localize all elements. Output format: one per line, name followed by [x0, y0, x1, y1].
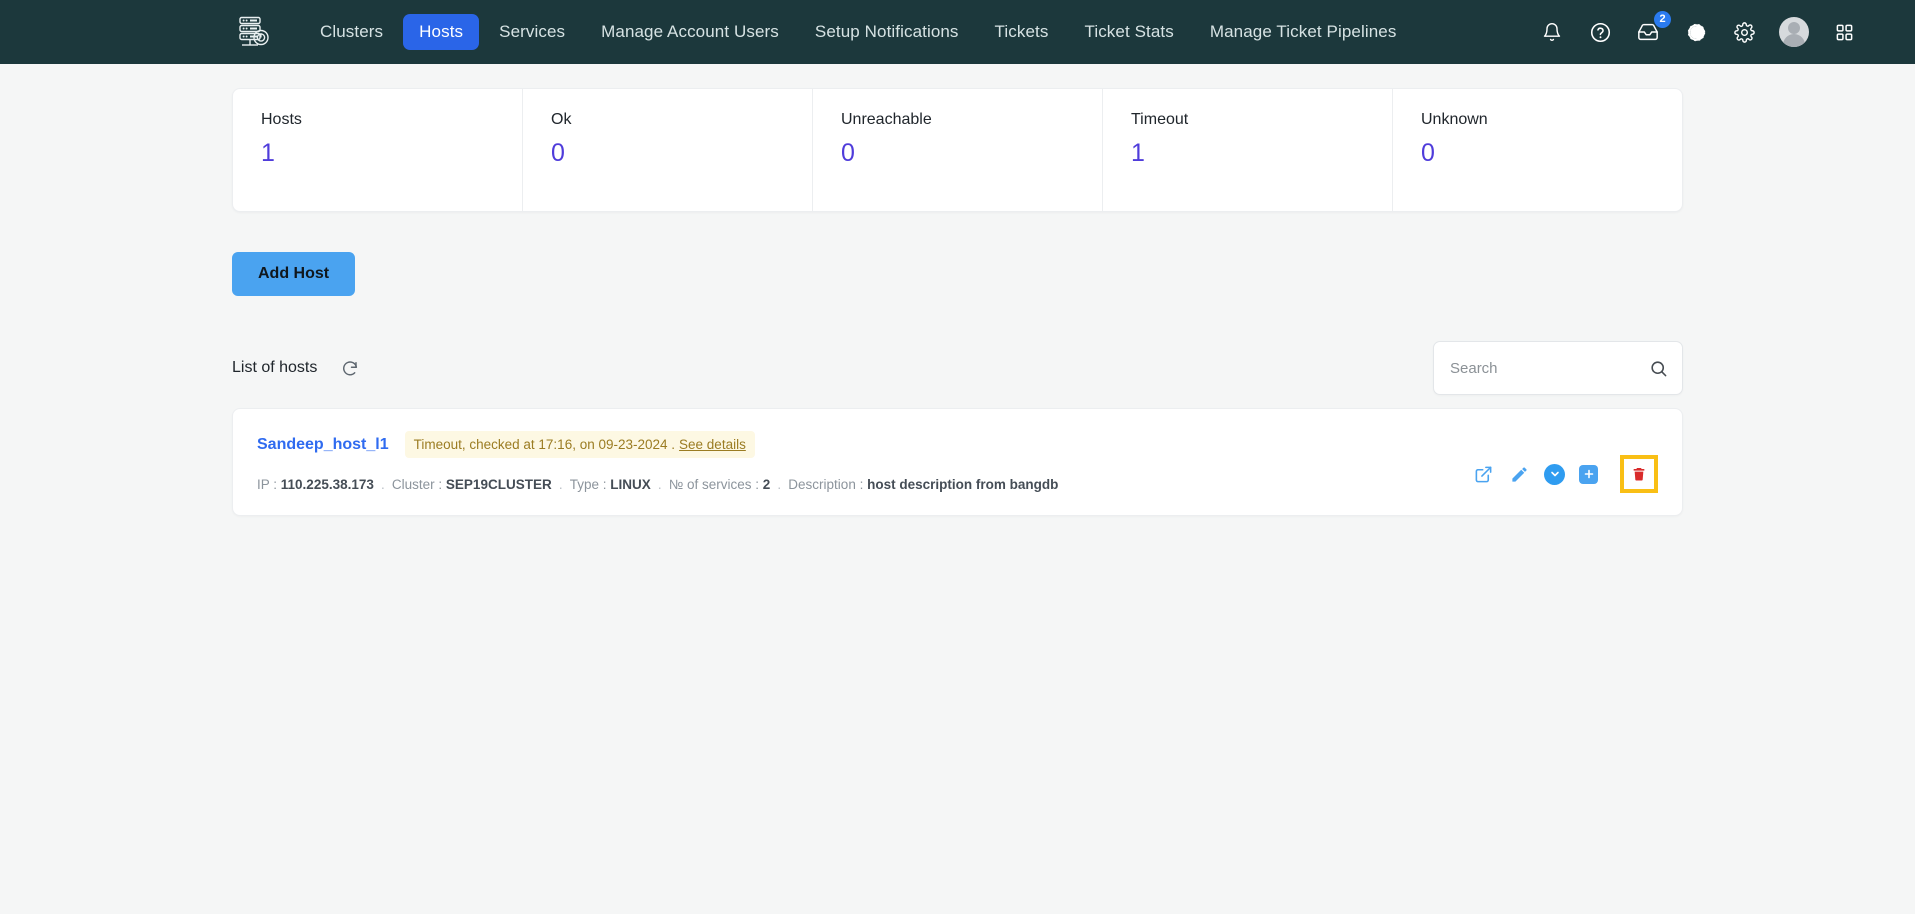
meta-label: Cluster : [391, 477, 443, 492]
inbox-badge-count: 2 [1654, 11, 1671, 28]
nav-item-ticket-stats[interactable]: Ticket Stats [1068, 14, 1189, 50]
nav-item-clusters[interactable]: Clusters [304, 14, 399, 50]
host-info: Sandeep_host_l1 Timeout, checked at 17:1… [257, 429, 1058, 492]
meta-label: Type : [569, 477, 607, 492]
meta-separator: . [381, 477, 385, 492]
gear-icon[interactable] [1731, 19, 1757, 45]
nav-item-tickets[interactable]: Tickets [979, 14, 1065, 50]
host-action-buttons [1472, 429, 1658, 493]
add-service-plus-icon[interactable] [1579, 464, 1598, 484]
meta-ip: IP : 110.225.38.173 [257, 477, 374, 492]
refresh-icon[interactable] [339, 357, 361, 379]
host-name-link[interactable]: Sandeep_host_l1 [257, 436, 389, 454]
stat-value: 0 [1421, 139, 1435, 167]
meta-value: 2 [762, 477, 771, 492]
apps-grid-icon[interactable] [1831, 19, 1857, 45]
meta-separator: . [657, 477, 662, 492]
avatar[interactable] [1779, 17, 1809, 47]
delete-button[interactable] [1620, 455, 1658, 493]
page-content: Hosts 1 Ok 0 Unreachable 0 Timeout 1 Unk… [0, 88, 1915, 516]
stat-card-hosts: Hosts 1 [233, 89, 523, 211]
nav-item-setup-notifications[interactable]: Setup Notifications [799, 14, 975, 50]
stat-value: 1 [1131, 139, 1145, 167]
top-navbar: Clusters Hosts Services Manage Account U… [0, 0, 1915, 64]
expand-chevron-down-icon[interactable] [1544, 463, 1565, 485]
stat-label: Timeout [1131, 111, 1189, 128]
status-badge: Timeout, checked at 17:16, on 09-23-2024… [404, 431, 755, 458]
meta-value: LINUX [610, 477, 651, 492]
host-list-item: Sandeep_host_l1 Timeout, checked at 17:1… [232, 408, 1683, 516]
nav-item-manage-account-users[interactable]: Manage Account Users [585, 14, 795, 50]
search-icon[interactable] [1649, 359, 1668, 378]
server-rack-logo[interactable] [228, 10, 280, 54]
host-meta-row: IP : 110.225.38.173 . Cluster : SEP19CLU… [257, 477, 1058, 492]
status-text: Timeout, checked at 17:16, on 09-23-2024… [413, 437, 676, 452]
meta-value: 110.225.38.173 [280, 477, 374, 492]
search-input[interactable] [1450, 359, 1649, 377]
stat-label: Unreachable [841, 111, 932, 128]
meta-separator: . [777, 477, 782, 492]
stat-value: 1 [261, 139, 275, 167]
nav-item-services[interactable]: Services [483, 14, 581, 50]
meta-separator: . [558, 477, 563, 492]
nav-links: Clusters Hosts Services Manage Account U… [304, 14, 1412, 50]
stat-label: Ok [551, 111, 572, 128]
edit-pencil-icon[interactable] [1508, 463, 1530, 485]
search-box[interactable] [1433, 341, 1683, 395]
meta-description: Description : host description from bang… [788, 477, 1058, 492]
nav-item-hosts[interactable]: Hosts [403, 14, 480, 50]
nav-icon-group: 2 [1539, 11, 1889, 47]
stat-value: 0 [841, 139, 855, 167]
trash-icon [1631, 466, 1647, 482]
stat-card-timeout: Timeout 1 [1103, 89, 1393, 211]
nav-item-manage-ticket-pipelines[interactable]: Manage Ticket Pipelines [1194, 14, 1413, 50]
add-host-button[interactable]: Add Host [232, 252, 356, 296]
meta-label: № of services : [668, 477, 760, 492]
meta-type: Type : LINUX [570, 477, 651, 492]
meta-label: IP : [257, 477, 278, 492]
dark-mode-icon[interactable] [1683, 19, 1709, 45]
list-header: List of hosts [232, 341, 1683, 395]
stat-card-ok: Ok 0 [523, 89, 813, 211]
inbox-download-icon[interactable]: 2 [1635, 11, 1671, 45]
open-external-icon[interactable] [1472, 463, 1494, 485]
help-circle-icon[interactable] [1587, 19, 1613, 45]
list-title: List of hosts [232, 359, 318, 376]
host-top-row: Sandeep_host_l1 Timeout, checked at 17:1… [257, 431, 1058, 458]
stat-value: 0 [551, 139, 565, 167]
stat-label: Hosts [261, 111, 302, 128]
list-header-left: List of hosts [232, 357, 361, 379]
stat-label: Unknown [1421, 111, 1488, 128]
meta-services: № of services : 2 [669, 477, 771, 492]
bell-icon[interactable] [1539, 19, 1565, 45]
meta-cluster: Cluster : SEP19CLUSTER [392, 477, 552, 492]
meta-value: host description from bangdb [867, 477, 1059, 492]
stat-card-unreachable: Unreachable 0 [813, 89, 1103, 211]
meta-value: SEP19CLUSTER [445, 477, 552, 492]
host-stats-panel: Hosts 1 Ok 0 Unreachable 0 Timeout 1 Unk… [232, 88, 1683, 212]
stat-card-unknown: Unknown 0 [1393, 89, 1682, 211]
meta-label: Description : [788, 477, 864, 492]
see-details-link[interactable]: See details [679, 437, 746, 452]
